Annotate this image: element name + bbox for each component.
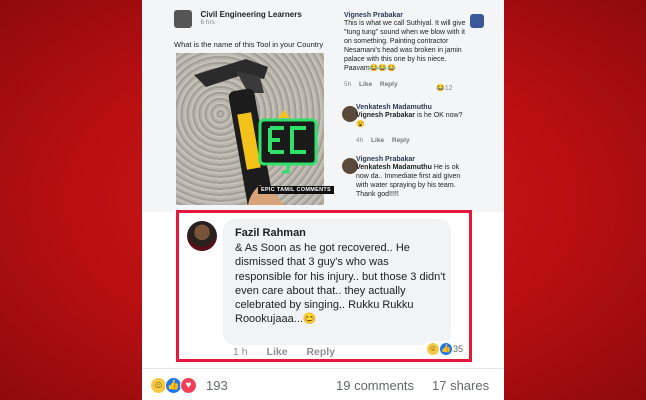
comments-count-link[interactable]: 19 comments	[336, 378, 414, 393]
comment-actions: 5h Like Reply	[344, 81, 398, 88]
post-footer: ☺ 👍 ♥ 193 19 comments 17 shares	[142, 368, 504, 400]
like-link[interactable]: Like	[267, 346, 288, 358]
comment-text: Venkatesh Madamuthu He is ok now da.. Im…	[356, 164, 461, 198]
facebook-post-card: Civil Engineering Learners 6 hrs · What …	[142, 0, 504, 400]
reaction-total[interactable]: 193	[206, 378, 228, 393]
reaction-count: 35	[453, 344, 464, 354]
mention[interactable]: Venkatesh Madamuthu	[356, 164, 432, 171]
commenter-name[interactable]: Fazil Rahman	[235, 227, 306, 239]
epic-tamil-logo-icon	[252, 108, 324, 180]
commenter-name[interactable]: Venkatesh Madamuthu	[356, 104, 466, 111]
commenter-avatar[interactable]	[187, 221, 217, 251]
page-name[interactable]: Civil Engineering Learners	[200, 10, 301, 19]
thread-reply: Venkatesh Madamuthu Vignesh Prabakar is …	[356, 104, 466, 147]
commenter-name[interactable]: Vignesh Prabakar	[356, 156, 466, 163]
post-meta: Civil Engineering Learners 6 hrs ·	[200, 10, 301, 26]
like-emoji-icon: 👍	[440, 343, 452, 355]
like-link[interactable]: Like	[371, 137, 384, 144]
comment-time: 1 h	[233, 346, 248, 358]
embedded-post-screenshot: Civil Engineering Learners 6 hrs · What …	[142, 0, 504, 212]
thread-reply: Vignesh Prabakar This is what we call Su…	[344, 12, 470, 91]
post-question: What is the name of this Tool in your Co…	[174, 40, 324, 49]
comment-bubble: Fazil Rahman & As Soon as he got recover…	[223, 219, 451, 345]
haha-emoji-icon: ☺	[427, 343, 439, 355]
thread-reply: Vignesh Prabakar Venkatesh Madamuthu He …	[356, 156, 466, 199]
comment-time: 5h	[344, 81, 352, 88]
like-link[interactable]: Like	[359, 81, 372, 88]
reply-link[interactable]: Reply	[306, 346, 335, 358]
comment-text: Vignesh Prabakar is he OK now? 😮	[356, 112, 463, 128]
comment-actions: 4h Like Reply	[356, 137, 410, 144]
comment-text: & As Soon as he got recovered.. He dismi…	[235, 242, 446, 326]
watermark-caption: EPIC TAMIL COMMENTS	[258, 186, 334, 194]
love-emoji-icon: ♥	[180, 377, 197, 394]
comment-reactions[interactable]: ☺ 👍 35	[423, 341, 468, 357]
reaction-icons[interactable]: ☺ 👍 ♥	[150, 377, 197, 394]
highlighted-comment-box: Fazil Rahman & As Soon as he got recover…	[176, 210, 472, 362]
haha-emoji-icon: 😂	[436, 85, 445, 92]
facebook-icon	[470, 14, 484, 28]
post-time: 6 hrs ·	[200, 19, 219, 26]
comment-actions: 1 h Like Reply	[233, 346, 351, 358]
post-header: Civil Engineering Learners 6 hrs ·	[174, 10, 324, 28]
commenter-name[interactable]: Vignesh Prabakar	[344, 12, 470, 19]
page-avatar[interactable]	[174, 10, 192, 28]
shares-count-link[interactable]: 17 shares	[432, 378, 489, 393]
comment-time: 4h	[356, 137, 364, 144]
reaction-count-small: 😂12	[436, 85, 453, 92]
reply-link[interactable]: Reply	[392, 137, 410, 144]
comment-text: This is what we call Suthiyal. It will g…	[344, 20, 466, 72]
reply-link[interactable]: Reply	[380, 81, 398, 88]
mention[interactable]: Vignesh Prabakar	[356, 112, 415, 119]
